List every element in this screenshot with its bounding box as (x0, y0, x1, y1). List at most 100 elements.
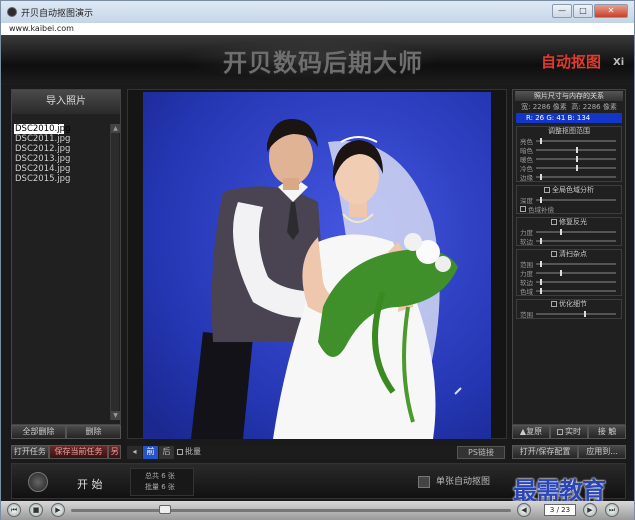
page-indicator: 3 / 23 (544, 504, 576, 516)
noise-cleanup-checkbox[interactable] (551, 251, 557, 257)
skip-forward-icon[interactable]: ⏭ (605, 503, 619, 517)
compare-button[interactable]: 接 触 (588, 425, 626, 439)
skip-back-icon[interactable]: ⏮ (7, 503, 21, 517)
task-buttons: 打开任务 保存当前任务 另 (11, 445, 121, 459)
delete-button[interactable]: 删除 (66, 425, 121, 439)
minimize-button[interactable]: — (552, 4, 572, 18)
file-item[interactable]: DSC2014.jpg (14, 164, 109, 174)
scroll-down-icon[interactable]: ▼ (111, 411, 120, 420)
slider-track[interactable] (536, 146, 616, 153)
scroll-up-icon[interactable]: ▲ (111, 124, 120, 133)
stop-icon[interactable]: ■ (29, 503, 43, 517)
rgb-readout: R: 26 G: 41 B: 134 (516, 113, 622, 123)
prev-toolbar-icon[interactable]: ◂ (127, 446, 142, 459)
file-item[interactable]: DSC2011.jpg (14, 134, 109, 144)
next-page-icon[interactable]: ▶ (583, 503, 597, 517)
slider-row: 色域 (517, 286, 621, 296)
slider-track[interactable] (536, 164, 616, 171)
slider-thumb[interactable] (560, 269, 562, 276)
slider-label: 范围 (520, 310, 533, 319)
reflection-repair-group: 修复反光 力度 软边 (516, 217, 622, 246)
noise-cleanup-group: 清扫杂点 范围 力度 软边 色域 (516, 249, 622, 296)
single-auto-box[interactable] (418, 475, 430, 488)
slider-thumb[interactable] (540, 173, 542, 180)
file-list[interactable]: DSC2010.jpg DSC2011.jpg DSC2012.jpg DSC2… (14, 124, 109, 184)
batch-label: 批量 (185, 447, 201, 456)
color-compensation-box[interactable] (520, 205, 526, 212)
slider-thumb[interactable] (540, 137, 542, 144)
reflection-repair-sliders: 力度 软边 (517, 227, 621, 246)
file-item[interactable]: DSC2010.jpg (14, 124, 70, 134)
realtime-checkbox[interactable]: 实时 (550, 425, 588, 439)
save-task-button[interactable]: 保存当前任务 (48, 445, 109, 459)
open-task-button[interactable]: 打开任务 (11, 445, 49, 459)
open-save-config-button[interactable]: 打开/保存配置 (512, 445, 579, 459)
settings-panel: 照片尺寸与内存的关系 宽: 2286 像素 高: 2286 像素 R: 26 G… (512, 89, 626, 425)
start-button[interactable]: 开 始 (20, 468, 126, 496)
wedding-photo-preview[interactable] (143, 92, 491, 439)
noise-cleanup-sliders: 范围 力度 软边 色域 (517, 259, 621, 296)
slider-track[interactable] (536, 310, 616, 317)
seek-thumb[interactable] (159, 505, 171, 514)
single-auto-cutout-checkbox[interactable]: 单张自动抠图 (418, 474, 490, 488)
file-item[interactable]: DSC2012.jpg (14, 144, 109, 154)
slider-thumb[interactable] (540, 287, 542, 294)
window-controls: — □ ✕ (552, 4, 628, 18)
banner-title: 开贝数码后期大师 (223, 48, 423, 77)
file-item[interactable]: DSC2015.jpg (14, 174, 109, 184)
prev-page-icon[interactable]: ◀ (517, 503, 531, 517)
slider-track[interactable] (536, 278, 616, 285)
start-icon[interactable] (28, 472, 48, 492)
slider-thumb[interactable] (560, 228, 562, 235)
batch-checkbox-box[interactable] (177, 448, 183, 455)
slider-track[interactable] (536, 173, 616, 180)
ps-link-button[interactable]: PS链接 (457, 446, 505, 459)
slider-thumb[interactable] (540, 260, 542, 267)
slider-label: 色域 (520, 287, 533, 296)
color-compensation-checkbox[interactable]: 色域补偿 (517, 204, 621, 214)
slider-thumb[interactable] (576, 146, 578, 153)
restore-button[interactable]: ▲复原 (512, 425, 550, 439)
reflection-repair-checkbox[interactable] (551, 219, 557, 225)
noise-cleanup-title: 清扫杂点 (559, 250, 587, 258)
preview-toolbar: ◂ 前 后 批量 PS链接 (127, 445, 507, 460)
slider-track[interactable] (536, 287, 616, 294)
play-icon[interactable]: ▶ (51, 503, 65, 517)
import-photos-panel: 导入照片 DSC2010.jpg DSC2011.jpg DSC2012.jpg… (11, 89, 121, 425)
slider-track[interactable] (536, 260, 616, 267)
detail-optimize-checkbox[interactable] (551, 301, 557, 307)
file-item[interactable]: DSC2013.jpg (14, 154, 109, 164)
apply-to-button[interactable]: 应用到... (578, 445, 626, 459)
file-list-scrollbar[interactable]: ▲ ▼ (110, 124, 120, 420)
seek-bar[interactable] (71, 509, 511, 512)
slider-thumb[interactable] (584, 310, 586, 317)
close-button[interactable]: ✕ (594, 4, 628, 18)
maximize-button[interactable]: □ (573, 4, 593, 18)
detail-optimize-group: 优化细节 范围 (516, 299, 622, 319)
delete-all-button[interactable]: 全部删除 (11, 425, 66, 439)
slider-track[interactable] (536, 137, 616, 144)
realtime-box[interactable] (557, 428, 563, 435)
back-button[interactable]: 后 (159, 446, 174, 459)
batch-checkbox[interactable]: 批量 (177, 446, 221, 459)
settings-action-row: ▲复原 实时 接 触 (512, 425, 626, 439)
slider-track[interactable] (536, 196, 616, 203)
slider-thumb[interactable] (540, 278, 542, 285)
slider-track[interactable] (536, 228, 616, 235)
slider-track[interactable] (536, 237, 616, 244)
slider-track[interactable] (536, 155, 616, 162)
slider-thumb[interactable] (576, 155, 578, 162)
image-height: 高: 2286 像素 (571, 103, 617, 111)
color-analysis-checkbox[interactable] (544, 187, 550, 193)
website-url: www.kaibei.com (1, 23, 634, 35)
slider-thumb[interactable] (540, 237, 542, 244)
slider-track[interactable] (536, 269, 616, 276)
front-button[interactable]: 前 (143, 446, 158, 459)
app-window: 开贝自动抠图演示 — □ ✕ www.kaibei.com 开贝数码后期大师 自… (0, 0, 635, 520)
app-banner: 开贝数码后期大师 自动抠图 Xi (1, 35, 634, 85)
slider-thumb[interactable] (540, 196, 542, 203)
slider-thumb[interactable] (576, 164, 578, 171)
size-memory-header: 照片尺寸与内存的关系 (515, 91, 623, 101)
batch-count: 批量 6 张 (145, 483, 175, 491)
save-as-button[interactable]: 另 (108, 445, 121, 459)
